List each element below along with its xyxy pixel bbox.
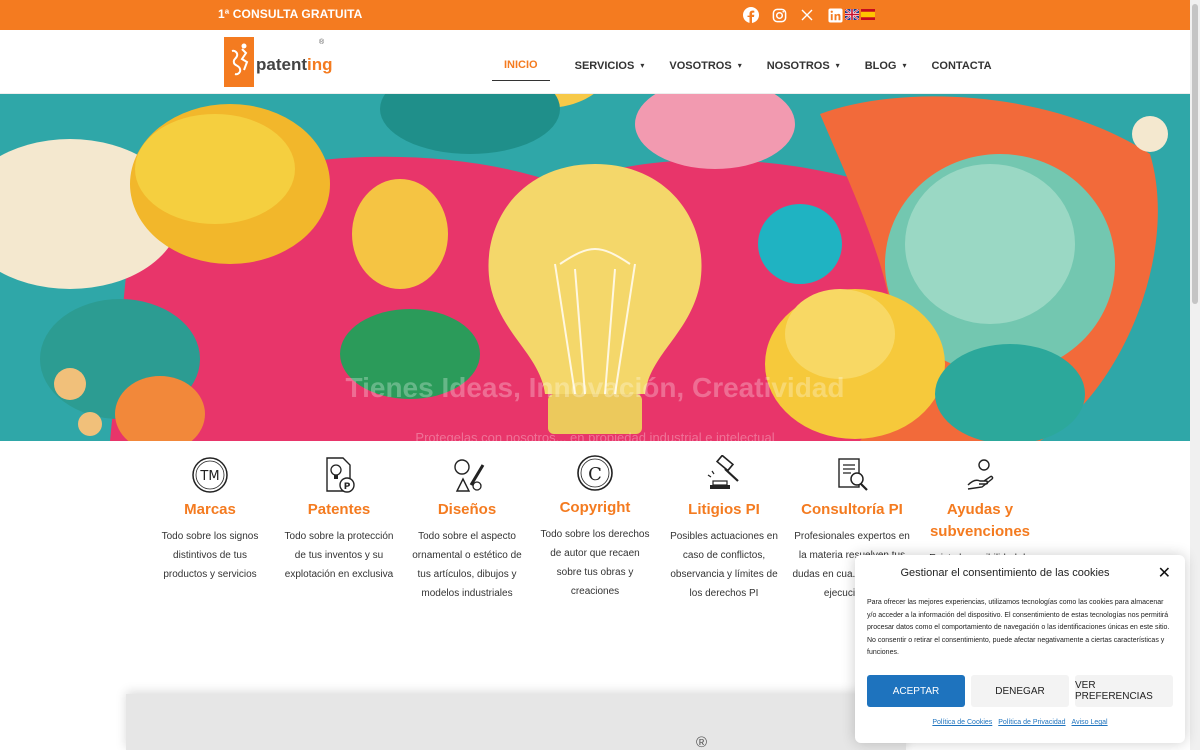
language-flags bbox=[845, 9, 875, 20]
accept-button[interactable]: ACEPTAR bbox=[867, 675, 965, 707]
consulting-icon bbox=[838, 458, 868, 491]
nav-servicios[interactable]: SERVICIOS ▾ bbox=[575, 60, 645, 72]
service-title: Diseños bbox=[437, 501, 497, 518]
content-card bbox=[126, 694, 906, 750]
caret-down-icon: ▾ bbox=[640, 61, 645, 70]
service-copyright[interactable]: C Copyright Todo sobre los derechos de a… bbox=[537, 453, 653, 601]
privacy-policy-link[interactable]: Política de Privacidad bbox=[998, 719, 1065, 726]
caret-down-icon: ▾ bbox=[902, 61, 907, 70]
view-preferences-button[interactable]: VER PREFERENCIAS bbox=[1075, 675, 1173, 707]
cookie-consent-dialog: Gestionar el consentimiento de las cooki… bbox=[855, 555, 1185, 743]
cookie-dialog-text: Para ofrecer las mejores experiencias, u… bbox=[867, 599, 1170, 656]
nav-contacta[interactable]: CONTACTA bbox=[931, 60, 991, 72]
main-navigation: INICIO SERVICIOS ▾ VOSOTROS ▾ NOSOTROS ▾ BL… bbox=[492, 50, 1017, 81]
hero-banner: Tienes Ideas, Innovación, Creatividad Pr… bbox=[0, 94, 1190, 441]
service-patentes[interactable]: P Patentes Todo sobre la protección de t… bbox=[281, 455, 397, 584]
close-icon[interactable]: ✕ bbox=[1158, 563, 1171, 583]
scrollbar-thumb[interactable] bbox=[1192, 4, 1198, 304]
service-title: Patentes bbox=[307, 501, 371, 518]
english-flag-icon[interactable] bbox=[845, 9, 859, 20]
svg-text:P: P bbox=[344, 482, 351, 492]
service-disenos[interactable]: Diseños Todo sobre el aspecto ornamental… bbox=[409, 455, 525, 603]
spanish-flag-icon[interactable] bbox=[861, 9, 875, 20]
x-icon[interactable] bbox=[798, 6, 816, 24]
instagram-icon[interactable] bbox=[770, 6, 788, 24]
service-description: Todo sobre los derechos de autor que rec… bbox=[540, 529, 650, 597]
facebook-icon[interactable] bbox=[742, 6, 760, 24]
service-description: Todo sobre el aspecto ornamental o estét… bbox=[412, 531, 522, 599]
svg-text:TM: TM bbox=[199, 469, 219, 484]
nav-nosotros[interactable]: NOSOTROS ▾ bbox=[767, 60, 840, 72]
service-description: Todo sobre los signos distintivos de tus… bbox=[161, 531, 259, 580]
nav-inicio[interactable]: INICIO bbox=[492, 59, 550, 81]
linkedin-icon[interactable] bbox=[826, 6, 844, 24]
service-title: Copyright bbox=[559, 499, 631, 516]
cookie-policy-links: Política de Cookies Política de Privacid… bbox=[855, 719, 1185, 726]
service-description: Todo sobre la protección de tus inventos… bbox=[284, 531, 394, 580]
site-header: patenting ® INICIO SERVICIOS ▾ VOSOTROS ▾ … bbox=[0, 30, 1200, 94]
service-title: Litigios PI bbox=[688, 501, 760, 518]
free-consultation-link[interactable]: 1ª CONSULTA GRATUITA bbox=[218, 7, 362, 21]
registered-mark: ® bbox=[696, 734, 708, 750]
service-title: Ayudas y subvenciones bbox=[929, 501, 1031, 540]
nav-blog[interactable]: BLOG ▾ bbox=[865, 60, 907, 72]
trademark-icon: TM bbox=[192, 457, 228, 493]
svg-text:C: C bbox=[588, 464, 602, 485]
patent-icon: P bbox=[326, 457, 355, 493]
service-ayudas[interactable]: Ayudas y subvenciones Existe la posibili… bbox=[922, 455, 1038, 568]
caret-down-icon: ▾ bbox=[835, 61, 840, 70]
copyright-icon: C bbox=[577, 455, 613, 491]
deny-button[interactable]: DENEGAR bbox=[971, 675, 1069, 707]
service-title: Consultoría PI bbox=[801, 501, 903, 518]
grant-icon bbox=[967, 459, 994, 490]
hero-title: Tienes Ideas, Innovación, Creatividad bbox=[345, 372, 845, 403]
top-bar: 1ª CONSULTA GRATUITA bbox=[0, 0, 1200, 30]
logo-mark-icon bbox=[224, 37, 254, 87]
hero-subtitle: Protegelas con nosotros... en propiedad … bbox=[415, 430, 775, 441]
caret-down-icon: ▾ bbox=[737, 61, 742, 70]
service-litigios[interactable]: Litigios PI Posibles actuaciones en caso… bbox=[666, 455, 782, 603]
legal-notice-link[interactable]: Aviso Legal bbox=[1072, 719, 1108, 726]
social-links bbox=[742, 6, 844, 24]
logo-wordmark: patenting bbox=[256, 55, 333, 74]
logo-registered-mark: ® bbox=[319, 39, 325, 46]
design-icon bbox=[454, 459, 485, 492]
cookie-dialog-title: Gestionar el consentimiento de las cooki… bbox=[900, 567, 1110, 579]
service-marcas[interactable]: TM Marcas Todo sobre los signos distinti… bbox=[152, 455, 268, 584]
cookie-policy-link[interactable]: Política de Cookies bbox=[932, 719, 992, 726]
page-scrollbar[interactable] bbox=[1190, 0, 1200, 750]
nav-vosotros[interactable]: VOSOTROS ▾ bbox=[669, 60, 741, 72]
site-logo[interactable]: patenting ® bbox=[224, 37, 333, 87]
service-description: Posibles actuaciones en caso de conflict… bbox=[670, 531, 778, 599]
gavel-icon bbox=[707, 455, 739, 489]
service-title: Marcas bbox=[184, 501, 236, 518]
